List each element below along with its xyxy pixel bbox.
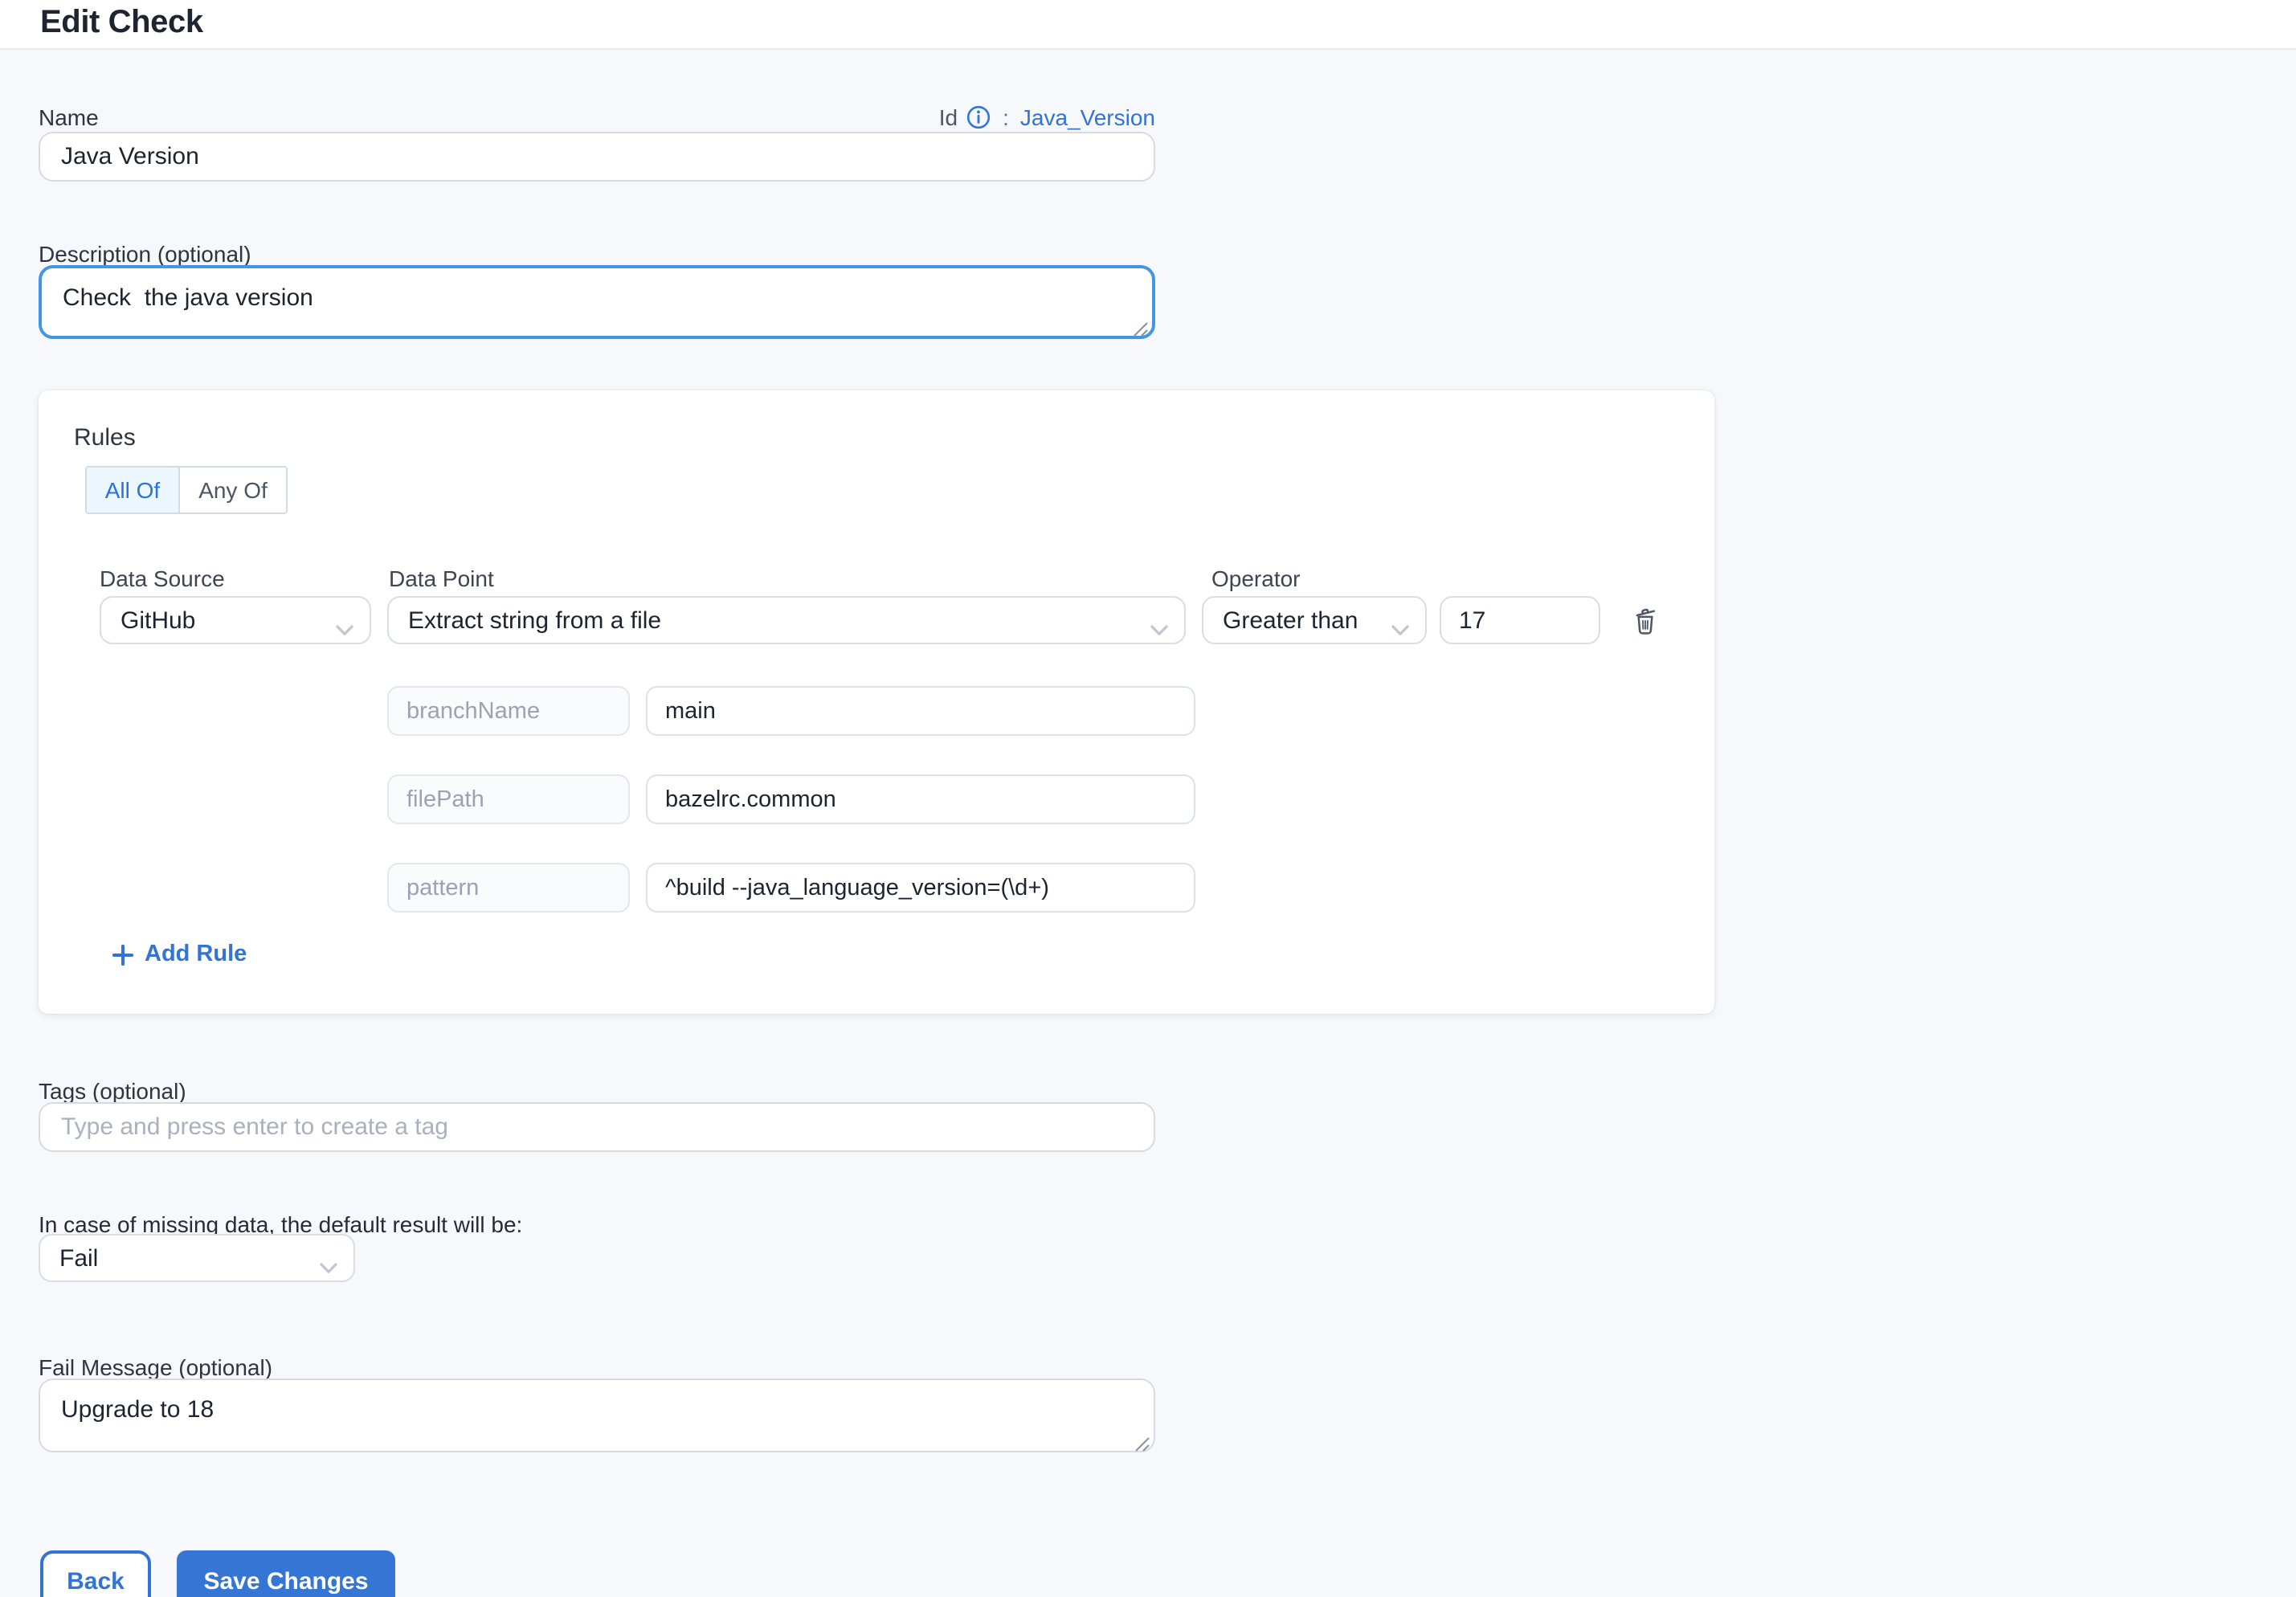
add-rule-label: Add Rule bbox=[145, 941, 247, 967]
description-textarea[interactable]: Check the java version bbox=[39, 265, 1155, 339]
data-source-select[interactable]: GitHub bbox=[100, 596, 371, 644]
fail-message-label: Fail Message (optional) bbox=[39, 1354, 272, 1380]
data-point-value: Extract string from a file bbox=[408, 607, 661, 634]
name-row: Name Id : Java_Version bbox=[39, 101, 1155, 132]
id-label: Id bbox=[939, 104, 958, 129]
rules-match-toggle: All Of Any Of bbox=[85, 466, 288, 514]
missing-data-result-value: Fail bbox=[59, 1244, 98, 1272]
operator-select[interactable]: Greater than bbox=[1202, 596, 1427, 644]
data-point-select[interactable]: Extract string from a file bbox=[387, 596, 1186, 644]
missing-data-result-select[interactable]: Fail bbox=[39, 1234, 355, 1282]
param-value-filepath[interactable] bbox=[646, 774, 1195, 824]
edit-check-page: Edit Check Name Id : Java_Version Descri… bbox=[0, 0, 2296, 1597]
page-header: Edit Check bbox=[0, 0, 2296, 50]
chevron-down-icon bbox=[320, 1253, 337, 1280]
name-input[interactable] bbox=[39, 132, 1155, 182]
chevron-down-icon bbox=[336, 615, 353, 643]
tags-input[interactable] bbox=[39, 1102, 1155, 1152]
check-id-link[interactable]: Java_Version bbox=[1020, 104, 1155, 129]
operator-threshold-input[interactable] bbox=[1440, 596, 1600, 644]
trash-icon bbox=[1629, 617, 1661, 641]
param-name-pattern: pattern bbox=[387, 863, 630, 913]
data-point-column-label: Data Point bbox=[389, 566, 494, 591]
chevron-down-icon bbox=[1150, 615, 1168, 643]
all-of-button[interactable]: All Of bbox=[85, 466, 180, 514]
data-source-value: GitHub bbox=[121, 607, 195, 634]
param-value-branchname[interactable] bbox=[646, 686, 1195, 736]
operator-value: Greater than bbox=[1223, 607, 1358, 634]
check-id-group: Id : Java_Version bbox=[939, 104, 1155, 129]
name-label: Name bbox=[39, 104, 99, 129]
chevron-down-icon bbox=[1391, 615, 1409, 643]
param-value-pattern[interactable] bbox=[646, 863, 1195, 913]
data-source-column-label: Data Source bbox=[100, 566, 225, 591]
param-name-filepath: filePath bbox=[387, 774, 630, 824]
back-button[interactable]: Back bbox=[40, 1550, 151, 1597]
save-changes-button[interactable]: Save Changes bbox=[177, 1550, 395, 1597]
operator-column-label: Operator bbox=[1211, 566, 1301, 591]
plus-icon bbox=[112, 944, 133, 965]
any-of-button[interactable]: Any Of bbox=[178, 466, 288, 514]
id-separator: : bbox=[1003, 104, 1009, 129]
page-title: Edit Check bbox=[40, 5, 203, 42]
fail-message-textarea[interactable]: Upgrade to 18 bbox=[39, 1378, 1155, 1452]
description-label: Description (optional) bbox=[39, 241, 251, 267]
info-icon[interactable] bbox=[966, 104, 991, 129]
add-rule-button[interactable]: Add Rule bbox=[112, 941, 247, 967]
tags-label: Tags (optional) bbox=[39, 1078, 186, 1104]
delete-rule-button[interactable] bbox=[1629, 604, 1661, 636]
rules-label: Rules bbox=[74, 424, 136, 451]
param-name-branchname: branchName bbox=[387, 686, 630, 736]
